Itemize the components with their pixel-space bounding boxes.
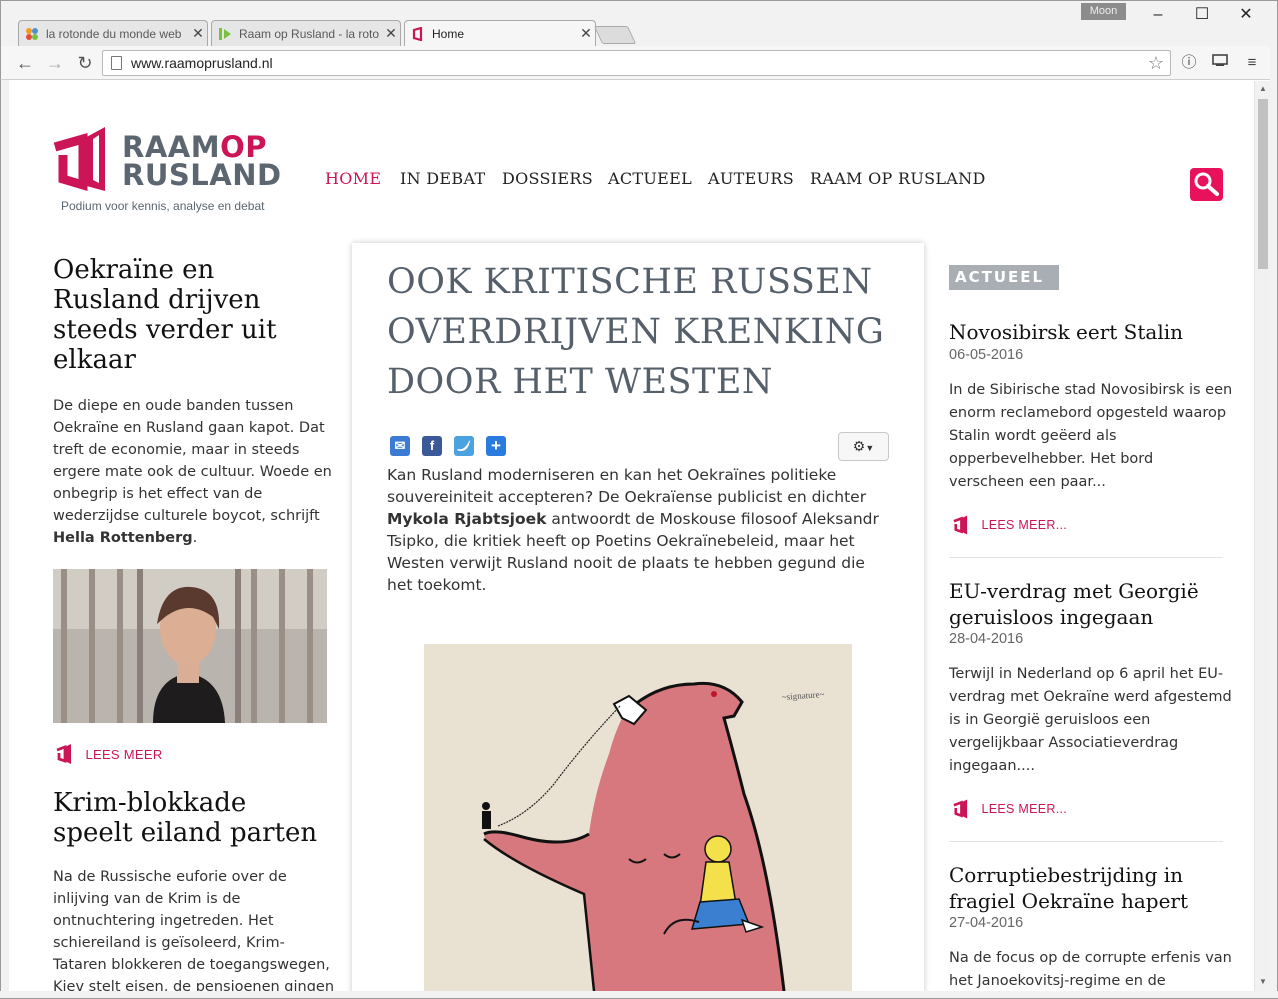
close-tab-icon[interactable]: ✕	[577, 25, 595, 42]
article-title[interactable]: OOK KRITISCHE RUSSEN OVERDRIJVEN KRENKIN…	[387, 257, 884, 407]
close-window-icon[interactable]: ✕	[1226, 2, 1266, 28]
news-divider	[949, 841, 1223, 842]
left-story-1-title[interactable]: Oekraïne en Rusland drijven steeds verde…	[53, 255, 277, 375]
news-date: 06-05-2016	[949, 347, 1024, 363]
search-button[interactable]	[1190, 168, 1223, 201]
scroll-down-icon[interactable]: ▼	[1258, 977, 1268, 987]
browser-toolbar: ← → ↻ www.raamoprusland.nl ☆ ⓘ ≡	[0, 46, 1278, 80]
reload-icon[interactable]: ↻	[73, 51, 97, 75]
author-name: Hella Rottenberg	[53, 530, 193, 546]
browser-tab-3[interactable]: Home ✕	[404, 20, 596, 46]
tab-title: la rotonde du monde web	[46, 26, 182, 41]
section-label-actueel: ACTUEEL	[949, 265, 1059, 290]
news-lees-meer-link[interactable]: LEES MEER...	[952, 799, 1067, 819]
news-date: 27-04-2016	[949, 915, 1024, 931]
scroll-up-icon[interactable]: ▲	[1258, 84, 1268, 94]
lees-meer-label: LEES MEER	[85, 746, 163, 762]
left-story-2-excerpt: Na de Russische euforie over de inlijvin…	[53, 869, 335, 991]
plus-icon[interactable]: +	[486, 436, 506, 456]
back-arrow-icon[interactable]: ←	[13, 51, 37, 75]
author-name: Mykola Rjabtsjoek	[387, 510, 547, 528]
info-icon[interactable]: ⓘ	[1178, 52, 1200, 74]
twitter-icon[interactable]	[454, 436, 474, 456]
news-excerpt: Na de focus op de corrupte erfenis van h…	[949, 950, 1232, 989]
close-tab-icon[interactable]: ✕	[382, 25, 400, 42]
nav-auteurs[interactable]: AUTEURS	[708, 169, 794, 188]
page-scrollbar[interactable]: ▲ ▼	[1254, 81, 1270, 991]
menu-icon[interactable]: ≡	[1241, 52, 1263, 74]
news-excerpt: In de Sibirische stad Novosibirsk is een…	[949, 382, 1233, 490]
window-frame-bottom	[0, 991, 1278, 999]
left-story-1-excerpt: De diepe en oude banden tussen Oekraïne …	[53, 398, 332, 546]
caret-down-icon: ▼	[865, 443, 875, 453]
news-date: 28-04-2016	[949, 631, 1024, 647]
browser-tab-2[interactable]: Raam op Rusland - la roto ✕	[211, 20, 401, 46]
news-divider	[949, 557, 1223, 558]
site-logo[interactable]	[53, 125, 111, 200]
search-icon	[1194, 172, 1219, 196]
nav-dossiers[interactable]: DOSSIERS	[502, 169, 593, 188]
logo-mark-icon	[56, 744, 71, 764]
page-viewport: RAAMOP RUSLAND Podium voor kennis, analy…	[9, 81, 1254, 991]
close-tab-icon[interactable]: ✕	[189, 25, 207, 42]
logo-mark-icon	[53, 127, 105, 192]
forward-arrow-icon[interactable]: →	[43, 51, 67, 75]
nav-actueel[interactable]: ACTUEEL	[608, 169, 692, 188]
lees-meer-label: LEES MEER...	[981, 802, 1068, 816]
raam-op-rusland-icon	[411, 26, 425, 41]
email-icon[interactable]: ✉	[390, 436, 410, 456]
left-story-2-title[interactable]: Krim-blokkade speelt eiland parten	[53, 788, 317, 848]
left-lees-meer-link[interactable]: LEES MEER	[55, 744, 163, 764]
nav-home[interactable]: HOME	[325, 169, 381, 188]
news-lees-meer-link[interactable]: LEES MEER...	[952, 515, 1067, 535]
green-play-icon	[218, 27, 232, 41]
tab-title: Home	[432, 26, 465, 41]
news-title[interactable]: Corruptiebestrijding in fragiel Oekraïne…	[949, 862, 1188, 914]
news-title[interactable]: EU-verdrag met Georgië geruisloos ingega…	[949, 578, 1199, 630]
logo-tagline: Podium voor kennis, analyse en debat	[61, 199, 265, 213]
minimize-icon[interactable]: –	[1138, 2, 1178, 28]
address-bar[interactable]: www.raamoprusland.nl ☆	[102, 50, 1171, 76]
article-tools-button[interactable]: ⚙▼	[838, 432, 889, 461]
url-text: www.raamoprusland.nl	[131, 55, 273, 71]
logo-mark-icon	[953, 799, 968, 819]
logo-mark-icon	[953, 515, 968, 535]
nav-in-debat[interactable]: IN DEBAT	[400, 169, 485, 188]
scroll-thumb[interactable]	[1258, 99, 1268, 269]
lees-meer-label: LEES MEER...	[981, 518, 1068, 532]
facebook-icon[interactable]: f	[422, 436, 442, 456]
news-excerpt: Terwijl in Nederland op 6 april het EU- …	[949, 666, 1232, 774]
maximize-icon[interactable]: ☐	[1182, 2, 1222, 28]
joomla-icon	[25, 27, 39, 41]
browser-tab-1[interactable]: la rotonde du monde web ✕	[18, 20, 208, 46]
bookmark-star-icon[interactable]: ☆	[1148, 51, 1164, 75]
cast-icon[interactable]	[1209, 52, 1231, 74]
profile-badge[interactable]: Moon	[1081, 3, 1126, 20]
nav-raam-op-rusland[interactable]: RAAM OP RUSLAND	[810, 169, 986, 188]
window-frame-left	[0, 80, 9, 999]
gear-icon: ⚙	[852, 438, 866, 454]
logo-line-2: RUSLAND	[122, 158, 282, 192]
article-intro: Kan Rusland moderniseren en kan het Oekr…	[387, 466, 879, 594]
left-story-1-photo[interactable]	[53, 569, 327, 723]
page-icon	[111, 56, 122, 70]
tab-title: Raam op Rusland - la roto	[239, 26, 380, 41]
news-title[interactable]: Novosibirsk eert Stalin	[949, 319, 1183, 345]
window-frame-right	[1270, 46, 1278, 999]
article-illustration[interactable]: ~signature~	[424, 644, 852, 991]
